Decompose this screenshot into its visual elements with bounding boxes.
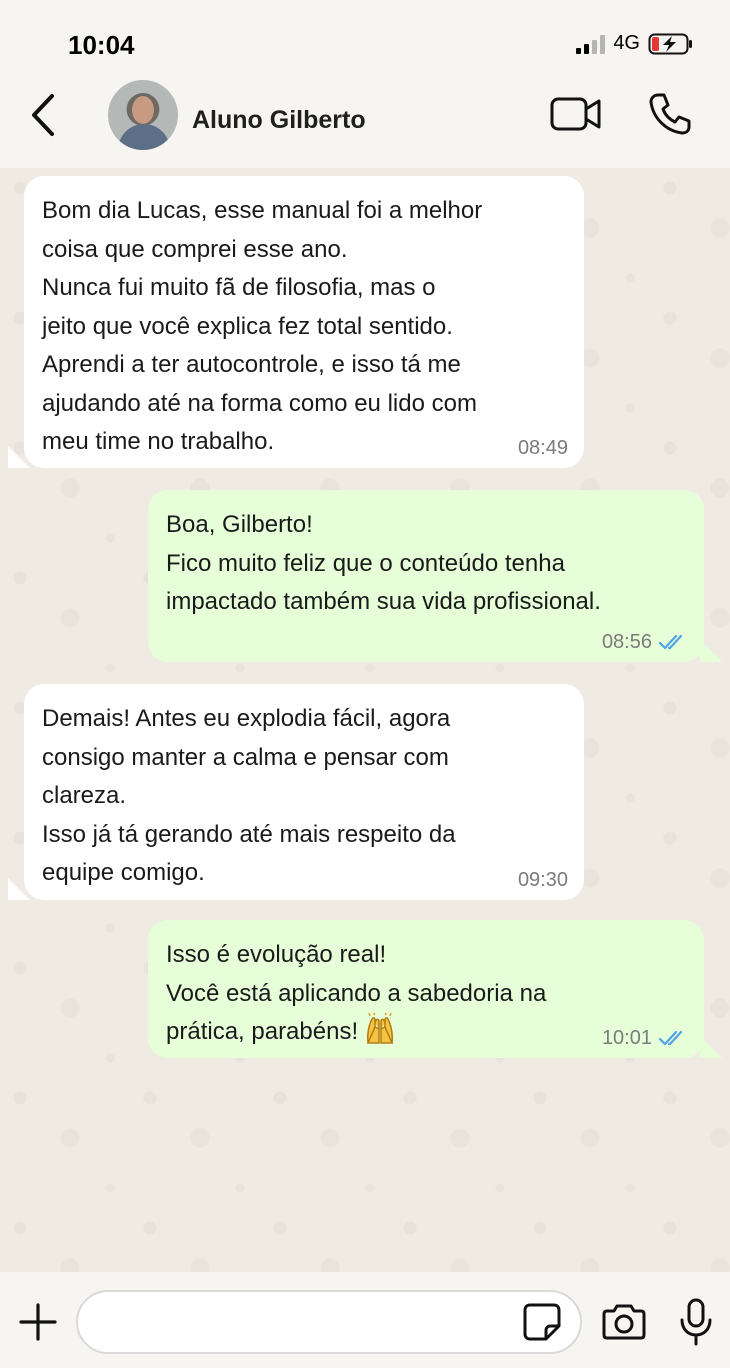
message-bubble-outgoing[interactable]: Boa, Gilberto! Fico muito feliz que o co… <box>148 490 704 662</box>
message-text-line: ajudando até na forma como eu lido com <box>42 389 477 417</box>
message-text-line: equipe comigo. <box>42 859 205 886</box>
status-indicators: 4G <box>576 32 694 55</box>
chat-header: Aluno Gilberto <box>0 80 730 168</box>
message-meta: 09:30 <box>518 868 568 892</box>
video-call-button[interactable] <box>550 96 602 132</box>
message-bubble-incoming[interactable]: Bom dia Lucas, esse manual foi a melhor … <box>24 176 584 468</box>
message-text-line: Isso já tá gerando até mais respeito da <box>42 820 456 848</box>
message-time: 09:30 <box>517 869 568 891</box>
message-text-line: coisa que comprei esse ano. <box>42 235 348 263</box>
message-text-line: Demais! Antes eu explodia fácil, agora <box>42 705 451 732</box>
message-text-line: Isso é evolução real! <box>166 941 387 968</box>
plus-icon <box>19 1303 57 1341</box>
message-time: 08:49 <box>517 437 568 459</box>
back-chevron-icon <box>32 94 54 136</box>
message-text-line: Boa, Gilberto! <box>166 511 313 538</box>
message-time: 08:56 <box>601 631 652 653</box>
voice-call-button[interactable] <box>648 92 692 136</box>
signal-strength-icon <box>576 34 606 54</box>
video-call-icon <box>550 97 601 131</box>
double-check-read-icon <box>658 634 683 650</box>
status-time: 10:04 <box>68 30 135 60</box>
attach-button[interactable] <box>18 1302 58 1342</box>
message-text: prática, parabéns! <box>166 1018 359 1045</box>
sticker-icon <box>523 1303 561 1341</box>
message-text-line: Bom dia Lucas, esse manual foi a melhor <box>42 197 483 224</box>
message-bubble-incoming[interactable]: Demais! Antes eu explodia fácil, agora c… <box>24 684 584 900</box>
message-text-line: Nunca fui muito fã de filosofia, mas o <box>42 274 436 301</box>
message-text-line: Você está aplicando a sabedoria na <box>166 979 547 1007</box>
contact-name[interactable]: Aluno Gilberto <box>192 106 366 135</box>
raising-hands-emoji <box>366 1013 394 1044</box>
chat-area[interactable]: Bom dia Lucas, esse manual foi a melhor … <box>0 168 730 1272</box>
camera-button[interactable] <box>600 1302 648 1342</box>
network-type: 4G <box>613 32 640 54</box>
camera-icon <box>602 1304 646 1340</box>
battery-icon <box>648 33 692 54</box>
message-text-line: Fico muito feliz que o conteúdo tenha <box>166 549 565 577</box>
avatar[interactable] <box>108 80 178 150</box>
message-text-line: clareza. <box>42 782 127 809</box>
microphone-button[interactable] <box>678 1298 714 1346</box>
message-input[interactable] <box>76 1290 582 1354</box>
message-meta: 08:56 <box>602 630 688 654</box>
bubble-tail <box>700 1036 722 1058</box>
message-text-line: consigo manter a calma e pensar com <box>42 743 449 771</box>
message-meta: 10:01 <box>602 1026 688 1050</box>
microphone-icon <box>680 1298 712 1346</box>
message-composer <box>0 1272 730 1368</box>
back-button[interactable] <box>24 92 64 138</box>
double-check-read-icon <box>658 1030 683 1046</box>
message-text-line: Aprendi a ter autocontrole, e isso tá me <box>42 351 461 378</box>
message-time: 10:01 <box>601 1027 652 1049</box>
message-bubble-outgoing[interactable]: Isso é evolução real! Você está aplicand… <box>148 920 704 1058</box>
sticker-button[interactable] <box>522 1302 562 1342</box>
message-meta: 08:49 <box>518 436 568 460</box>
message-text-line: jeito que você explica fez total sentido… <box>42 312 453 340</box>
message-text-line: impactado também sua vida profissional. <box>166 588 601 615</box>
bubble-tail <box>700 640 722 662</box>
status-bar: 10:04 4G <box>0 0 730 80</box>
message-text-line: meu time no trabalho. <box>42 428 275 455</box>
phone-icon <box>649 93 691 135</box>
